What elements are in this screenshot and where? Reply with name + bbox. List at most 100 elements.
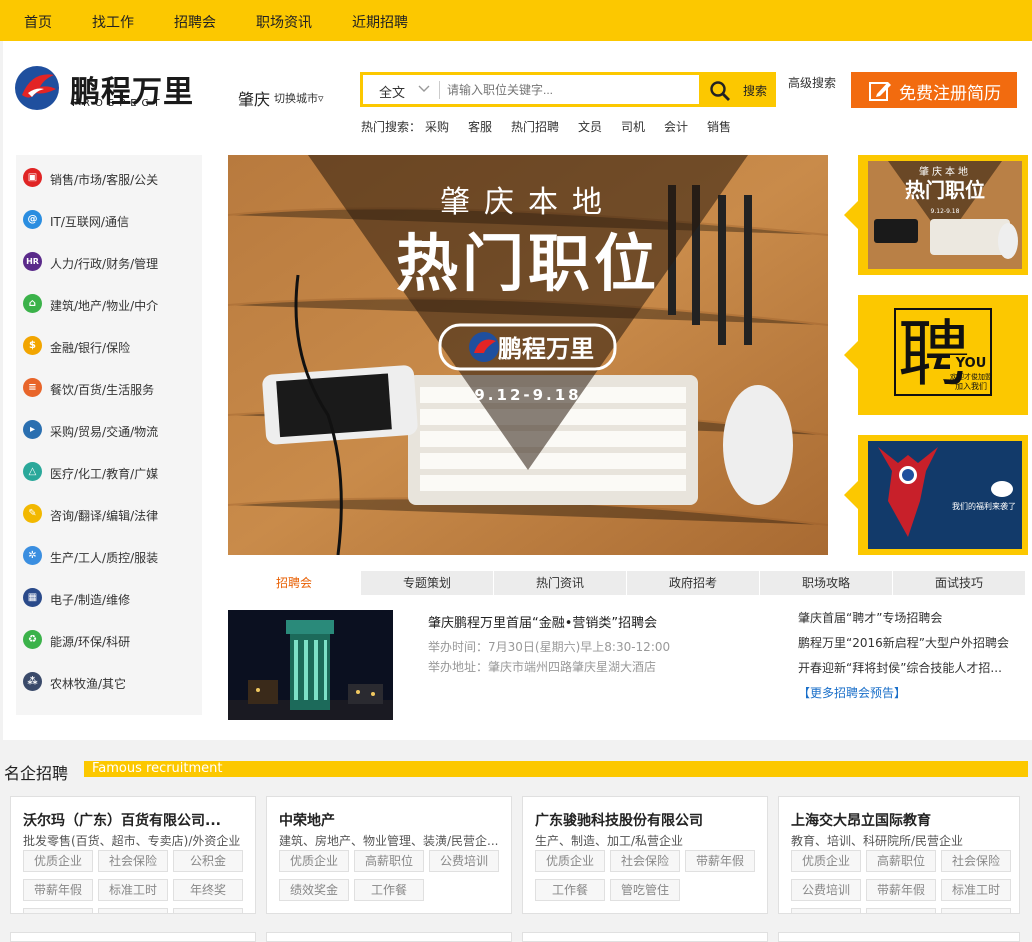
company-name: 中荣地产 <box>279 813 335 829</box>
banner-line2: 热门职位 <box>396 227 660 300</box>
more-job-fairs-link[interactable]: 【更多招聘会预告】 <box>798 684 906 701</box>
category-construction[interactable]: ⌂ 建筑/地产/物业/中介 <box>16 291 202 321</box>
svg-text:加入我们: 加入我们 <box>955 381 987 391</box>
tab-hot-news[interactable]: 热门资讯 <box>494 571 627 595</box>
company-card[interactable]: 中荣地产 建筑、房地产、物业管理、装潢/民营企... 优质企业 高薪职位 公费培… <box>266 796 512 914</box>
tab-job-fair[interactable]: 招聘会 <box>228 571 361 595</box>
company-tag: 公费培训 <box>429 850 499 872</box>
svg-text:我们的福利来袭了: 我们的福利来袭了 <box>952 501 1016 511</box>
svg-text:YOU: YOU <box>955 356 987 371</box>
tab-government-exam[interactable]: 政府招考 <box>627 571 760 595</box>
banner-line1: 肇庆本地 <box>440 185 616 220</box>
dollar-icon: $ <box>23 336 42 355</box>
ad-pointer <box>844 481 858 509</box>
company-card[interactable]: 沃尔玛（广东）百货有限公司... 批发零售(百货、超市、专卖店)/外资企业 优质… <box>10 796 256 914</box>
nav-home[interactable]: 首页 <box>24 12 52 32</box>
category-electronics[interactable]: ▦ 电子/制造/维修 <box>16 585 202 615</box>
hot-search-label: 热门搜索： <box>361 120 422 134</box>
job-fair-link[interactable]: 开春迎新“拜将封侯”综合技能人才招... <box>798 659 1002 676</box>
category-energy[interactable]: ♻ 能源/环保/科研 <box>16 627 202 657</box>
search-input[interactable] <box>447 78 687 101</box>
company-card[interactable]: 广东骏驰科技股份有限公司 生产、制造、加工/私营企业 优质企业 社会保险 带薪年… <box>522 796 768 914</box>
search-type-select[interactable]: 全文 <box>379 82 405 101</box>
category-production[interactable]: ✲ 生产/工人/质控/服装 <box>16 543 202 573</box>
pencil-icon: ✎ <box>23 504 42 523</box>
nav-career-news[interactable]: 职场资讯 <box>256 12 312 32</box>
category-agriculture[interactable]: ⁂ 农林牧渔/其它 <box>16 669 202 699</box>
category-hr[interactable]: HR 人力/行政/财务/管理 <box>16 249 202 279</box>
famous-section-subtitle: Famous recruitment <box>92 761 223 776</box>
job-fair-image[interactable] <box>228 610 393 720</box>
at-icon: @ <box>23 210 42 229</box>
register-button-label: 免费注册简历 <box>899 84 1001 104</box>
job-fair-place: 举办地址：肇庆市端州四路肇庆星湖大酒店 <box>428 660 657 674</box>
ad-image: 我们的福利来袭了 <box>868 441 1022 549</box>
job-fair-title[interactable]: 肇庆鹏程万里首届“金融•营销类”招聘会 <box>428 612 657 631</box>
welfare-ad[interactable]: 我们的福利来袭了 <box>844 435 1028 555</box>
company-tag: 绩效奖金 <box>279 879 349 901</box>
company-name: 广东骏驰科技股份有限公司 <box>535 813 703 829</box>
job-fair-link[interactable]: 鹏程万里“2016新启程”大型户外招聘会 <box>798 634 1009 651</box>
company-industry: 建筑、房地产、物业管理、装潢/民营企... <box>279 834 499 848</box>
category-consulting[interactable]: ✎ 咨询/翻译/编辑/法律 <box>16 501 202 531</box>
news-tabs: 招聘会 专题策划 热门资讯 政府招考 职场攻略 面试技巧 <box>228 571 1028 595</box>
recycle-icon: ♻ <box>23 630 42 649</box>
switch-city-link[interactable]: 切换城市▿ <box>274 90 324 106</box>
job-fair-link[interactable]: 肇庆首届“聘才”专场招聘会 <box>798 609 942 626</box>
ad-pointer <box>844 341 858 369</box>
category-medical[interactable]: △ 医疗/化工/教育/广媒 <box>16 459 202 489</box>
search-button[interactable]: 搜索 <box>699 75 773 104</box>
company-card[interactable]: 上海交大昂立国际教育 教育、培训、科研院所/民营企业 优质企业 高薪职位 社会保… <box>778 796 1020 914</box>
hot-search-item[interactable]: 销售 <box>707 118 731 135</box>
advanced-search-link[interactable]: 高级搜索 <box>788 74 836 91</box>
hot-search-item[interactable]: 客服 <box>468 118 492 135</box>
category-finance[interactable]: $ 金融/银行/保险 <box>16 333 202 363</box>
famous-section-bar: Famous recruitment <box>84 761 1028 777</box>
register-resume-button[interactable]: 免费注册简历 <box>851 72 1017 108</box>
company-tag: 管吃管住 <box>610 879 680 901</box>
company-tag: 年终奖 <box>173 879 243 901</box>
tab-interview-tips[interactable]: 面试技巧 <box>893 571 1026 595</box>
company-tag-overflow <box>98 908 168 913</box>
svg-text:欢迎才俊加盟: 欢迎才俊加盟 <box>950 372 992 381</box>
company-name: 沃尔玛（广东）百货有限公司... <box>23 813 221 829</box>
company-card-next-row <box>778 932 1020 942</box>
category-it[interactable]: @ IT/互联网/通信 <box>16 207 202 237</box>
hr-icon: HR <box>23 252 42 271</box>
company-tag: 优质企业 <box>279 850 349 872</box>
category-logistics[interactable]: ▸ 采购/贸易/交通/物流 <box>16 417 202 447</box>
nav-job-fair[interactable]: 招聘会 <box>174 12 216 32</box>
company-tag: 标准工时 <box>98 879 168 901</box>
company-industry: 生产、制造、加工/私营企业 <box>535 834 684 848</box>
hero-banner[interactable]: 肇庆本地 热门职位 鹏程万里 9.12-9.18 <box>228 155 828 555</box>
hot-search-item[interactable]: 会计 <box>664 118 688 135</box>
site-logo[interactable]: 鹏程万里 PROSPECT <box>14 65 194 113</box>
hot-search-item[interactable]: 采购 <box>425 118 449 135</box>
category-catering[interactable]: ≡ 餐饮/百货/生活服务 <box>16 375 202 405</box>
famous-section-title: 名企招聘 <box>4 764 69 783</box>
hot-jobs-ad[interactable]: 肇庆本地 热门职位 9.12-9.18 <box>844 155 1028 275</box>
company-tag: 工作餐 <box>354 879 424 901</box>
company-tag: 带薪年假 <box>685 850 755 872</box>
search-divider <box>439 81 440 99</box>
company-tag: 高薪职位 <box>866 850 936 872</box>
nav-recent-jobs[interactable]: 近期招聘 <box>352 12 408 32</box>
company-tag: 社会保险 <box>941 850 1011 872</box>
logo-subtext: PROSPECT <box>72 98 165 109</box>
nav-find-job[interactable]: 找工作 <box>92 12 134 32</box>
hot-search-item[interactable]: 司机 <box>621 118 645 135</box>
company-tag: 公积金 <box>173 850 243 872</box>
tab-specials[interactable]: 专题策划 <box>361 571 494 595</box>
logo-bird-icon <box>15 66 59 110</box>
hot-search-item[interactable]: 热门招聘 <box>511 118 559 135</box>
tab-career-tips[interactable]: 职场攻略 <box>760 571 893 595</box>
recruit-you-ad[interactable]: 聘 YOU 欢迎才俊加盟 加入我们 <box>844 295 1028 415</box>
job-fair-time: 举办时间：7月30日(星期六)早上8:30-12:00 <box>428 640 671 654</box>
company-tag: 优质企业 <box>23 850 93 872</box>
company-tag: 优质企业 <box>791 850 861 872</box>
company-tag: 公费培训 <box>791 879 861 901</box>
hot-search-item[interactable]: 文员 <box>578 118 602 135</box>
top-nav: 首页 找工作 招聘会 职场资讯 近期招聘 <box>0 0 1032 41</box>
category-sales[interactable]: ▣ 销售/市场/客服/公关 <box>16 165 202 195</box>
ad-image: 肇庆本地 热门职位 9.12-9.18 <box>868 161 1022 269</box>
